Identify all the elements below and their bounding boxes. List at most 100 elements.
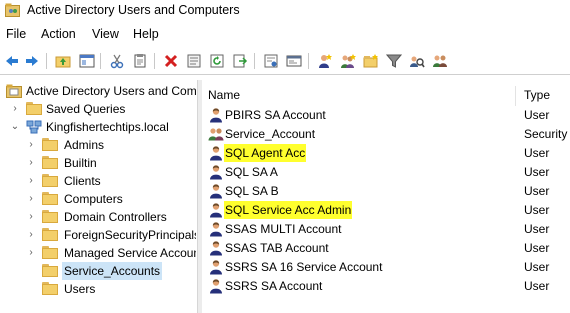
expand-icon[interactable]: ›: [26, 244, 36, 262]
toolbar-separator: [154, 53, 155, 69]
user-icon: [208, 202, 224, 218]
menu-bar: File Action View Help: [0, 26, 570, 44]
list-item[interactable]: PBIRS SA Account User: [202, 106, 570, 124]
list-item-type: User: [524, 184, 550, 198]
list-item-type: Security: [524, 127, 568, 141]
console-icon[interactable]: [285, 52, 303, 70]
tree-root-label: Active Directory Users and Com: [26, 84, 196, 98]
console-tree-icon[interactable]: [78, 52, 96, 70]
column-name-header[interactable]: Name: [208, 88, 240, 102]
user-icon: [208, 240, 224, 256]
new-ou-icon[interactable]: [362, 52, 380, 70]
menu-action[interactable]: Action: [41, 27, 76, 41]
expand-icon[interactable]: ›: [26, 208, 36, 226]
cut-icon[interactable]: [108, 52, 126, 70]
delete-icon[interactable]: [162, 52, 180, 70]
list-item[interactable]: SQL Agent Acc User: [202, 144, 570, 162]
group-icon: [208, 126, 224, 142]
column-divider[interactable]: [515, 86, 516, 106]
copy-icon[interactable]: [131, 52, 149, 70]
column-header: Name Type: [202, 86, 570, 106]
folder-icon: [42, 174, 58, 187]
list-item[interactable]: Service_Account Security: [202, 125, 570, 143]
folder-icon: [42, 246, 58, 259]
expand-icon[interactable]: ›: [26, 172, 36, 190]
forward-arrow-icon[interactable]: [23, 52, 41, 70]
list-item[interactable]: SSRS SA 16 Service Account User: [202, 258, 570, 276]
list-item-name: SSRS SA Account: [225, 279, 323, 293]
tree-item-managed-service-accounts[interactable]: › Managed Service Accoun: [0, 244, 196, 262]
add-to-group-icon[interactable]: [431, 52, 449, 70]
toolbar-separator: [46, 53, 47, 69]
tree-item-label: Builtin: [64, 156, 97, 170]
expand-icon[interactable]: ›: [26, 154, 36, 172]
list-item-name: SSAS MULTI Account: [225, 222, 342, 236]
refresh-icon[interactable]: [208, 52, 226, 70]
list-item-name: SSAS TAB Account: [225, 241, 329, 255]
tree-item-label: Saved Queries: [46, 102, 126, 116]
ad-root-icon: [6, 84, 22, 98]
list-item[interactable]: SQL Service Acc Admin User: [202, 201, 570, 219]
folder-icon: [42, 264, 58, 277]
column-type-header[interactable]: Type: [524, 88, 550, 102]
list-item[interactable]: SSAS TAB Account User: [202, 239, 570, 257]
tree-item-builtin[interactable]: › Builtin: [0, 154, 196, 172]
expand-icon[interactable]: ›: [10, 100, 20, 118]
menu-help[interactable]: Help: [133, 27, 159, 41]
folder-icon: [42, 210, 58, 223]
list-item-name: SSRS SA 16 Service Account: [225, 260, 383, 274]
folder-icon: [42, 228, 58, 241]
list-item-type: User: [524, 203, 550, 217]
folder-icon: [42, 192, 58, 205]
tree-item-service-accounts[interactable]: Service_Accounts: [0, 262, 196, 280]
tree-item-computers[interactable]: › Computers: [0, 190, 196, 208]
folder-icon: [26, 102, 42, 115]
list-item[interactable]: SSAS MULTI Account User: [202, 220, 570, 238]
tree-item-label: Kingfishertechtips.local: [46, 120, 169, 134]
tree-item-domain[interactable]: ⌄ Kingfishertechtips.local: [0, 118, 196, 136]
folder-icon: [42, 282, 58, 295]
expand-icon[interactable]: ›: [26, 190, 36, 208]
folder-icon: [42, 138, 58, 151]
tree-item-foreign-security-principals[interactable]: › ForeignSecurityPrincipals: [0, 226, 196, 244]
user-icon: [208, 183, 224, 199]
user-icon: [208, 164, 224, 180]
list-item-type: User: [524, 108, 550, 122]
menu-file[interactable]: File: [6, 27, 26, 41]
menu-view[interactable]: View: [92, 27, 119, 41]
expand-icon[interactable]: ›: [26, 136, 36, 154]
list-item-name: SQL Service Acc Admin: [224, 201, 353, 219]
toolbar-separator: [100, 53, 101, 69]
tree-root[interactable]: Active Directory Users and Com: [0, 82, 196, 100]
list-item-name: SQL Agent Acc: [224, 144, 307, 162]
back-arrow-icon[interactable]: [3, 52, 21, 70]
collapse-icon[interactable]: ⌄: [10, 118, 20, 136]
new-group-icon[interactable]: [339, 52, 357, 70]
help-icon[interactable]: [262, 52, 280, 70]
user-icon: [208, 107, 224, 123]
tree-item-label: Users: [64, 282, 96, 296]
tree-item-clients[interactable]: › Clients: [0, 172, 196, 190]
export-icon[interactable]: [231, 52, 249, 70]
tree-item-saved-queries[interactable]: › Saved Queries: [0, 100, 196, 118]
up-folder-icon[interactable]: [54, 52, 72, 70]
properties-icon[interactable]: [185, 52, 203, 70]
tree-item-label: Computers: [64, 192, 123, 206]
list-item[interactable]: SQL SA A User: [202, 163, 570, 181]
tree-item-users[interactable]: Users: [0, 280, 196, 298]
list-item-name: Service_Account: [225, 127, 316, 141]
list-item[interactable]: SQL SA B User: [202, 182, 570, 200]
list-item-type: User: [524, 222, 550, 236]
filter-icon[interactable]: [385, 52, 403, 70]
new-user-icon[interactable]: [316, 52, 334, 70]
find-icon[interactable]: [408, 52, 426, 70]
expand-icon[interactable]: ›: [26, 226, 36, 244]
tree-item-label: Admins: [64, 138, 105, 152]
tree-item-admins[interactable]: › Admins: [0, 136, 196, 154]
list-item-name: PBIRS SA Account: [225, 108, 326, 122]
user-icon: [208, 145, 224, 161]
tree-item-domain-controllers[interactable]: › Domain Controllers: [0, 208, 196, 226]
list-item[interactable]: SSRS SA Account User: [202, 277, 570, 295]
user-icon: [208, 278, 224, 294]
list-item-type: User: [524, 279, 550, 293]
